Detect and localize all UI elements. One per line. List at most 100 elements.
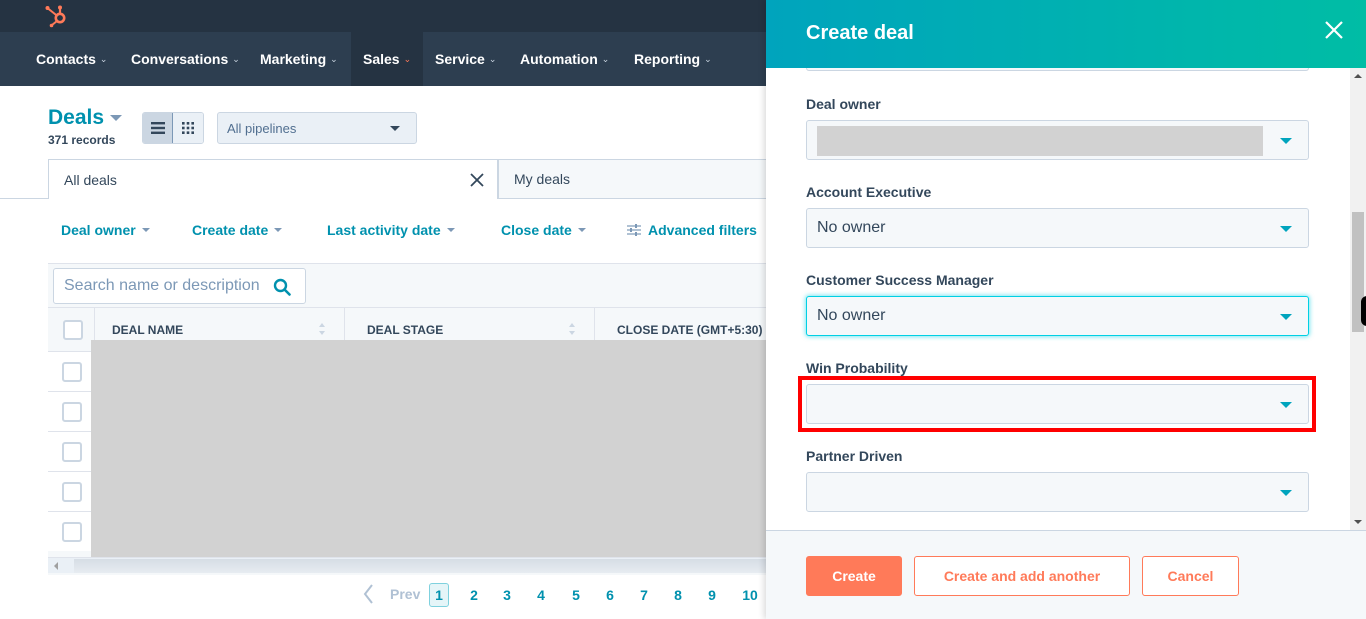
tab-my-deals[interactable]: My deals [498, 159, 766, 199]
select-value: No owner [817, 307, 886, 324]
nav-marketing[interactable]: Marketing ⌄ [248, 32, 350, 86]
redacted-table-content [91, 340, 774, 561]
caret-down-icon [1280, 138, 1292, 144]
nav-service[interactable]: Service ⌄ [423, 32, 508, 86]
panel-form: Deal owner Account Executive No owner Cu… [766, 68, 1350, 530]
chevron-left-icon [363, 584, 373, 604]
chevron-down-icon: ⌄ [601, 53, 610, 64]
filter-create-date[interactable]: Create date [192, 222, 283, 238]
row-checkbox[interactable] [62, 482, 82, 502]
caret-down-icon [1280, 402, 1292, 408]
page-7[interactable]: 7 [634, 583, 654, 607]
customer-success-manager-select[interactable]: No owner [806, 296, 1309, 336]
caret-down-icon [1280, 314, 1292, 320]
board-view-button[interactable] [173, 113, 203, 143]
nav-sales[interactable]: Sales ⌄ [351, 32, 423, 86]
panel-title: Create deal [806, 22, 914, 44]
account-executive-label: Account Executive [806, 184, 932, 200]
create-deal-panel: Create deal Deal owner Account Executive… [766, 0, 1366, 619]
create-button[interactable]: Create [806, 556, 902, 596]
panel-footer: Create Create and add another Cancel [766, 530, 1366, 619]
nav-label: Contacts [36, 51, 96, 67]
filter-label: Deal owner [61, 222, 136, 238]
page-6[interactable]: 6 [600, 583, 620, 607]
nav-contacts[interactable]: Contacts ⌄ [24, 32, 119, 86]
page-4[interactable]: 4 [531, 583, 551, 607]
horizontal-scrollbar[interactable] [48, 557, 766, 573]
row-checkbox[interactable] [62, 402, 82, 422]
scroll-up-icon[interactable] [1354, 74, 1362, 78]
search-input[interactable]: Search name or description [53, 268, 306, 304]
nav-label: Service [435, 51, 485, 67]
previous-field-bottom [806, 68, 1309, 71]
page-10[interactable]: 10 [740, 583, 760, 607]
caret-down-icon [446, 228, 455, 232]
chevron-down-icon: ⌄ [330, 53, 338, 64]
pipeline-select-value: All pipelines [227, 120, 297, 136]
prev-page-button[interactable]: Prev [362, 584, 420, 604]
page-1[interactable]: 1 [429, 583, 449, 607]
customer-success-manager-label: Customer Success Manager [806, 272, 994, 288]
partner-driven-select[interactable] [806, 472, 1309, 512]
select-all-checkbox[interactable] [63, 320, 83, 340]
chevron-down-icon: ⌄ [403, 53, 412, 64]
side-handle[interactable] [1361, 296, 1366, 326]
page-9[interactable]: 9 [702, 583, 722, 607]
sort-icon[interactable] [318, 322, 326, 336]
column-label: DEAL NAME [112, 323, 184, 337]
list-icon [150, 122, 165, 134]
deal-owner-select[interactable] [806, 120, 1309, 160]
hubspot-logo-icon[interactable] [44, 3, 70, 29]
filter-label: Advanced filters [648, 222, 757, 238]
filter-label: Close date [501, 222, 572, 238]
caret-down-icon [110, 115, 123, 121]
page-3[interactable]: 3 [497, 583, 517, 607]
record-count: 371 records [48, 133, 116, 147]
nav-label: Automation [520, 51, 598, 67]
account-executive-select[interactable]: No owner [806, 208, 1309, 248]
scrollbar-thumb[interactable] [74, 559, 766, 573]
scroll-left-icon[interactable] [54, 562, 58, 570]
nav-conversations[interactable]: Conversations ⌄ [119, 32, 252, 86]
nav-reporting[interactable]: Reporting ⌄ [622, 32, 724, 86]
filter-label: Create date [192, 222, 269, 238]
row-checkbox[interactable] [62, 442, 82, 462]
caret-down-icon [1280, 226, 1292, 232]
prev-label: Prev [390, 586, 421, 602]
nav-label: Marketing [260, 51, 327, 67]
column-label: CLOSE DATE (GMT+5:30) [617, 323, 763, 337]
advanced-filters-button[interactable]: Advanced filters [627, 222, 757, 238]
close-icon[interactable] [1324, 20, 1344, 40]
win-probability-select[interactable] [806, 384, 1309, 424]
chevron-down-icon: ⌄ [488, 53, 497, 64]
cancel-button[interactable]: Cancel [1142, 556, 1239, 596]
partner-driven-label: Partner Driven [806, 448, 903, 464]
caret-down-icon [390, 126, 400, 131]
nav-automation[interactable]: Automation ⌄ [508, 32, 621, 86]
create-and-add-another-button[interactable]: Create and add another [914, 556, 1130, 596]
filter-last-activity-date[interactable]: Last activity date [327, 222, 455, 238]
search-icon[interactable] [273, 278, 291, 296]
list-view-button[interactable] [143, 113, 174, 143]
caret-down-icon [141, 228, 150, 232]
tab-label: All deals [64, 171, 117, 188]
page-2[interactable]: 2 [464, 583, 484, 607]
pipeline-select[interactable]: All pipelines [217, 112, 417, 144]
page-title[interactable]: Deals [48, 106, 123, 130]
column-label: DEAL STAGE [367, 323, 444, 337]
page-8[interactable]: 8 [668, 583, 688, 607]
caret-down-icon [1280, 490, 1292, 496]
view-toggle [142, 112, 204, 144]
chevron-down-icon: ⌄ [99, 53, 108, 64]
sort-icon[interactable] [568, 322, 576, 336]
scroll-down-icon[interactable] [1354, 520, 1362, 524]
filter-deal-owner[interactable]: Deal owner [61, 222, 150, 238]
grid-icon [182, 122, 194, 134]
filter-close-date[interactable]: Close date [501, 222, 586, 238]
row-checkbox[interactable] [62, 522, 82, 542]
tab-all-deals[interactable]: All deals [48, 159, 498, 199]
close-icon[interactable] [470, 173, 484, 187]
select-value: No owner [817, 219, 886, 236]
row-checkbox[interactable] [62, 362, 82, 382]
page-5[interactable]: 5 [566, 583, 586, 607]
